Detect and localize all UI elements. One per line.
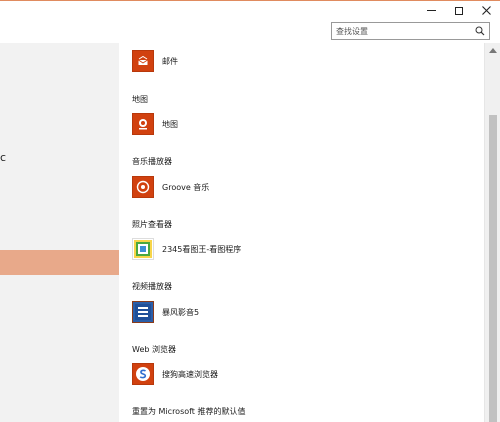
nav-item-default-apps-selected[interactable] xyxy=(0,250,119,275)
music-app-name: Groove 音乐 xyxy=(162,182,210,192)
nav-item-fragment[interactable]: c xyxy=(0,152,8,164)
music-app-button[interactable]: Groove 音乐 xyxy=(132,176,282,198)
maps-app-name: 地图 xyxy=(162,119,178,129)
photos-app-name: 2345看图王-看图程序 xyxy=(162,244,242,254)
video-app-button[interactable]: 暴风影音5 xyxy=(132,301,282,323)
browser-app-name: 搜狗高速浏览器 xyxy=(162,369,218,379)
sogou-browser-icon xyxy=(132,363,154,385)
default-apps-panel: 邮件 地图 地图 音乐播放器 Groove 音乐 照片查看器 2345看图王-看… xyxy=(119,43,484,422)
search-box[interactable] xyxy=(331,22,490,40)
video-player-icon xyxy=(132,301,154,323)
close-icon xyxy=(481,6,491,15)
email-app-name: 邮件 xyxy=(162,56,178,66)
section-label-video: 视频播放器 xyxy=(132,282,172,291)
browser-app-button[interactable]: 搜狗高速浏览器 xyxy=(132,363,282,385)
email-app-button[interactable]: 邮件 xyxy=(132,50,282,72)
groove-music-icon xyxy=(132,176,154,198)
maximize-icon xyxy=(455,6,463,15)
scroll-up-arrow-icon[interactable] xyxy=(489,48,497,53)
search-input[interactable] xyxy=(336,24,466,38)
section-label-maps: 地图 xyxy=(132,95,148,104)
mail-icon xyxy=(132,50,154,72)
minimize-button[interactable] xyxy=(418,2,444,19)
section-label-music: 音乐播放器 xyxy=(132,157,172,166)
maximize-button[interactable] xyxy=(446,2,472,19)
photos-app-button[interactable]: 2345看图王-看图程序 xyxy=(132,238,282,260)
settings-window: c 邮件 地图 地图 xyxy=(0,0,500,422)
search-icon[interactable] xyxy=(475,26,485,36)
video-app-name: 暴风影音5 xyxy=(162,307,200,317)
title-bar xyxy=(0,2,500,21)
minimize-icon xyxy=(426,10,436,11)
section-label-browser: Web 浏览器 xyxy=(132,345,176,354)
reset-defaults-label: 重置为 Microsoft 推荐的默认值 xyxy=(132,407,246,416)
scrollbar-thumb[interactable] xyxy=(489,115,497,422)
section-label-photos: 照片查看器 xyxy=(132,220,172,229)
vertical-scrollbar[interactable] xyxy=(484,43,500,422)
maps-app-button[interactable]: 地图 xyxy=(132,113,282,135)
map-icon xyxy=(132,113,154,135)
photo-viewer-icon xyxy=(132,238,154,260)
navigation-pane: c xyxy=(0,43,119,422)
close-button[interactable] xyxy=(473,2,499,19)
